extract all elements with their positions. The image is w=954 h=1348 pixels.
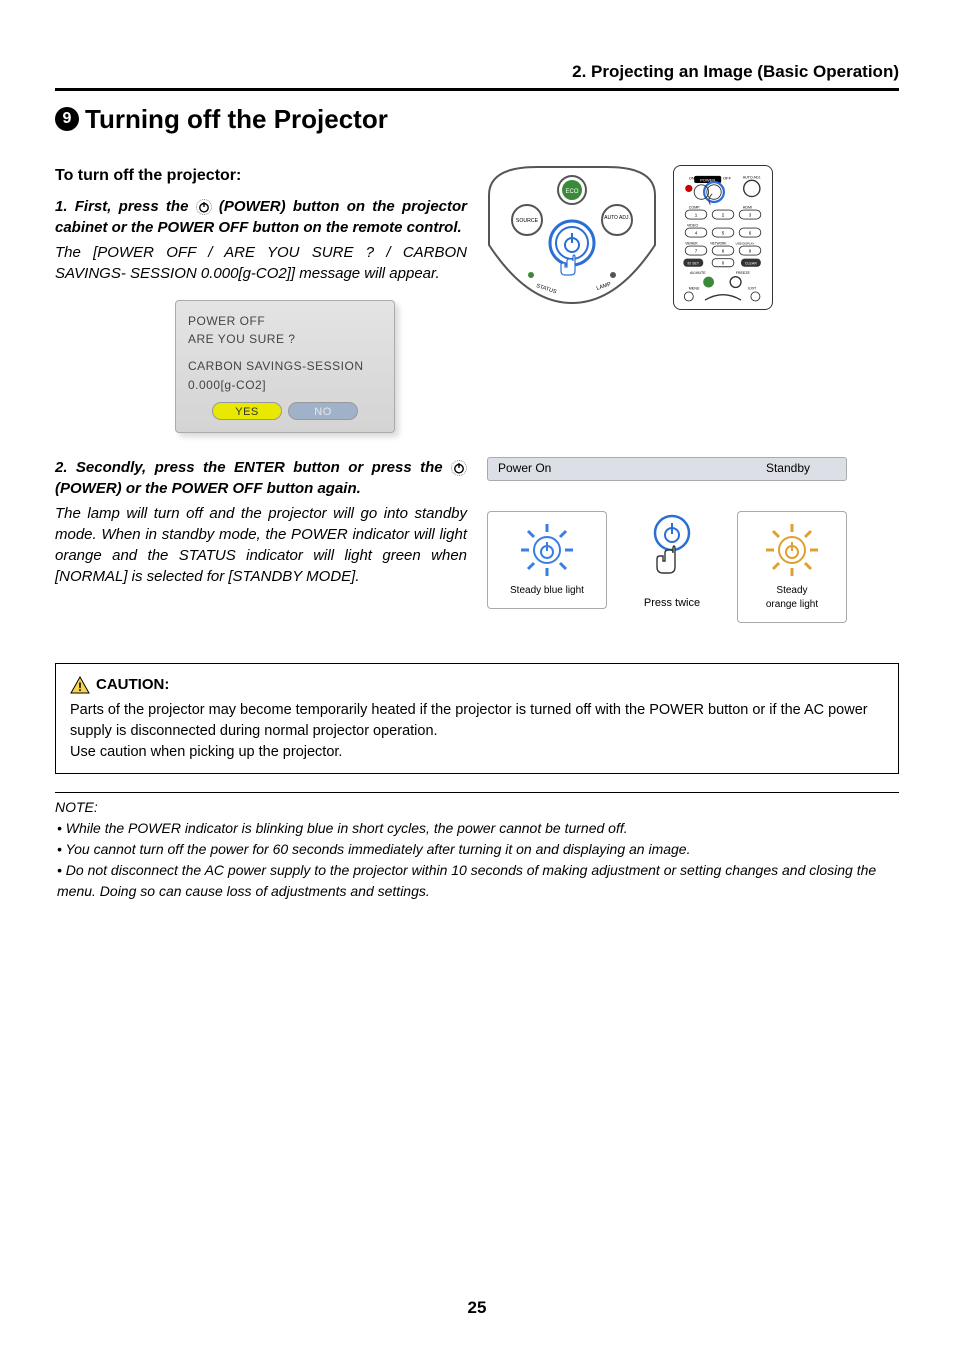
svg-text:3: 3: [749, 213, 752, 218]
svg-text:ON: ON: [689, 176, 695, 181]
svg-text:AV-MUTE: AV-MUTE: [690, 271, 706, 275]
osd-line4: 0.000[g-CO2]: [188, 377, 382, 394]
svg-text:ECO: ECO: [565, 189, 578, 195]
step-2: 2. Secondly, press the ENTER button or p…: [55, 457, 467, 499]
osd-line3: CARBON SAVINGS-SESSION: [188, 358, 382, 375]
led-header-right: Standby: [730, 460, 846, 477]
svg-text:AUTO ADJ.: AUTO ADJ.: [604, 215, 630, 221]
svg-text:USB DISPLAY: USB DISPLAY: [736, 241, 755, 245]
osd-line1: POWER OFF: [188, 313, 382, 330]
svg-text:MENU: MENU: [689, 286, 700, 290]
power-icon: [196, 199, 212, 215]
warning-icon: !: [70, 676, 90, 694]
svg-text:OFF: OFF: [723, 176, 732, 181]
svg-text:VIEWER: VIEWER: [685, 241, 698, 245]
remote-control: POWER ON OFF AUTO ADJ. COMP. HDMI 1 2 3 …: [673, 165, 773, 310]
step-1-desc: The [POWER OFF / ARE YOU SURE ? / CARBON…: [55, 242, 467, 284]
svg-text:FREEZE: FREEZE: [736, 271, 751, 275]
step-1: 1. First, press the (POWER) button on th…: [55, 196, 467, 238]
svg-text:7: 7: [695, 249, 698, 254]
press-twice: Press twice: [617, 511, 727, 612]
caution-title-text: CAUTION:: [96, 674, 169, 696]
svg-text:EXIT: EXIT: [748, 286, 757, 290]
led-header-left: Power On: [488, 460, 730, 477]
chapter-header: 2. Projecting an Image (Basic Operation): [55, 60, 899, 91]
step2-post: (POWER) or the POWER OFF button again.: [55, 480, 361, 497]
step2-pre: 2. Secondly, press the ENTER button or p…: [55, 459, 451, 476]
subheading: To turn off the projector:: [55, 165, 467, 187]
svg-text:NETWORK: NETWORK: [710, 241, 727, 245]
svg-text:LAMP: LAMP: [596, 282, 612, 292]
projector-top-panel: ECO SOURCE AUTO ADJ. STATUS LAMP: [487, 165, 657, 310]
svg-text:4: 4: [695, 231, 698, 236]
power-icon: [451, 460, 467, 476]
svg-text:!: !: [78, 680, 82, 694]
led-power-on: Steady blue light: [487, 511, 607, 609]
svg-text:HDMI: HDMI: [743, 205, 752, 209]
osd-no-button[interactable]: NO: [288, 402, 358, 420]
note-bullet-3: Do not disconnect the AC power supply to…: [57, 860, 899, 902]
svg-text:0: 0: [722, 261, 725, 266]
note-block: NOTE: While the POWER indicator is blink…: [55, 792, 899, 902]
caution-body-1: Parts of the projector may become tempor…: [70, 700, 884, 742]
section-number-badge: 9: [55, 107, 79, 131]
led-standby: Steady orange light: [737, 511, 847, 623]
osd-yes-button[interactable]: YES: [212, 402, 282, 420]
note-bullet-1: While the POWER indicator is blinking bl…: [57, 818, 899, 839]
svg-text:8: 8: [722, 249, 725, 254]
osd-line2: ARE YOU SURE ?: [188, 331, 382, 348]
led-box2-label-a: Steady: [742, 584, 842, 598]
press-twice-label: Press twice: [617, 596, 727, 611]
svg-text:VIDEO: VIDEO: [687, 223, 698, 227]
led-box1-label: Steady blue light: [492, 584, 602, 598]
svg-text:ID SET: ID SET: [688, 262, 700, 266]
step1-pre: 1. First, press the: [55, 198, 196, 215]
svg-text:9: 9: [749, 249, 752, 254]
svg-text:5: 5: [722, 231, 725, 236]
note-bullet-2: You cannot turn off the power for 60 sec…: [57, 839, 899, 860]
svg-text:6: 6: [749, 231, 752, 236]
svg-text:1: 1: [695, 213, 698, 218]
page-number: 25: [0, 1296, 954, 1320]
svg-text:AUTO ADJ.: AUTO ADJ.: [743, 176, 762, 180]
note-title: NOTE:: [55, 797, 899, 818]
caution-box: ! CAUTION: Parts of the projector may be…: [55, 663, 899, 774]
caution-body-2: Use caution when picking up the projecto…: [70, 742, 884, 763]
section-title-text: Turning off the Projector: [85, 101, 388, 137]
svg-text:COMP.: COMP.: [689, 205, 700, 209]
svg-text:CLEAR: CLEAR: [745, 262, 757, 266]
section-title: 9 Turning off the Projector: [55, 101, 899, 137]
svg-text:SOURCE: SOURCE: [516, 218, 539, 224]
led-box2-label-b: orange light: [742, 598, 842, 612]
osd-dialog: POWER OFF ARE YOU SURE ? CARBON SAVINGS-…: [175, 300, 395, 433]
svg-text:2: 2: [722, 213, 725, 218]
step-2-desc: The lamp will turn off and the projector…: [55, 503, 467, 587]
led-state-header: Power On Standby: [487, 457, 847, 481]
